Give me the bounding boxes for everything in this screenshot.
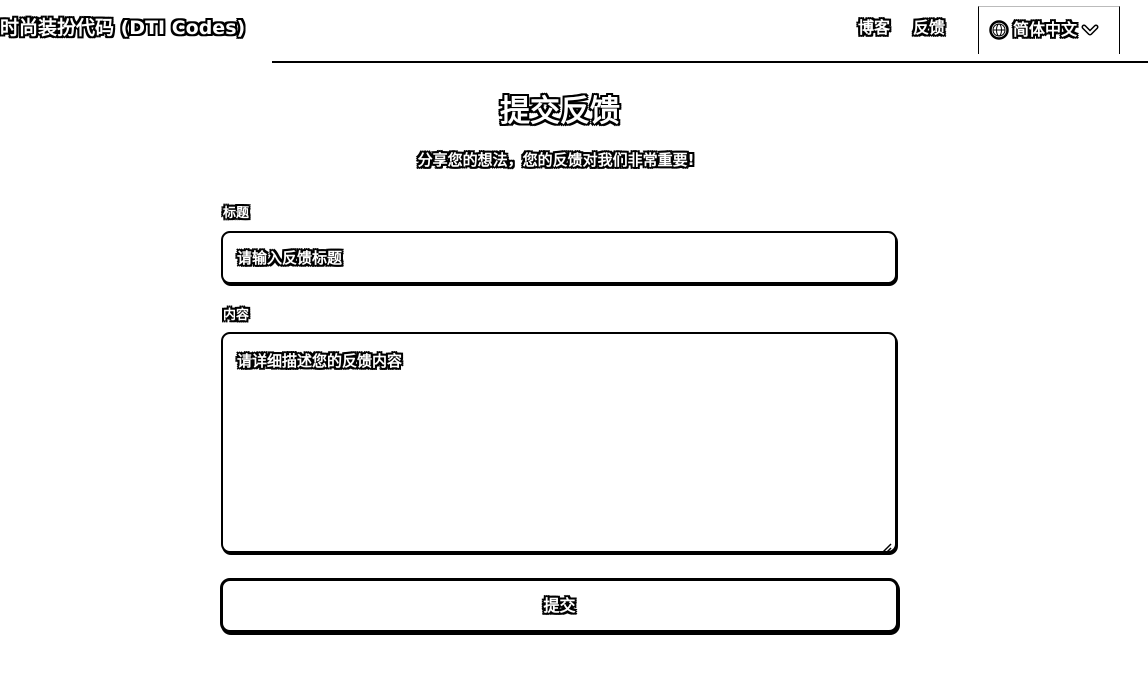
language-select-button[interactable]: 简体中文 [989, 17, 1099, 43]
submit-button[interactable]: 提交 [220, 578, 899, 633]
site-header: 时尚装扮代码 (DTI Codes) 博客 反馈 简体中文 [0, 0, 1148, 63]
page-title: 提交反馈 [500, 94, 620, 129]
content-textarea-placeholder: 请详细描述您的反馈内容 [237, 352, 403, 370]
page-subtitle: 分享您的想法，您的反馈对我们非常重要! [417, 151, 695, 169]
chevron-down-icon [1081, 21, 1099, 39]
submit-button-label: 提交 [543, 595, 576, 615]
language-switcher: 简体中文 [978, 6, 1120, 54]
nav-link-feedback[interactable]: 反馈 [913, 16, 945, 40]
content-textarea[interactable]: 请详细描述您的反馈内容 [221, 332, 897, 553]
nav-link-blog[interactable]: 博客 [858, 16, 890, 40]
title-field-label: 标题 [223, 206, 250, 221]
header-divider [272, 61, 1148, 63]
resize-handle-icon[interactable] [882, 538, 892, 553]
content-field-label: 内容 [223, 308, 250, 323]
language-label: 简体中文 [1013, 20, 1078, 39]
title-input-placeholder: 请输入反馈标题 [237, 248, 343, 267]
site-brand-link[interactable]: 时尚装扮代码 (DTI Codes) [0, 14, 245, 42]
title-input[interactable]: 请输入反馈标题 [221, 231, 897, 284]
globe-icon [989, 20, 1009, 40]
